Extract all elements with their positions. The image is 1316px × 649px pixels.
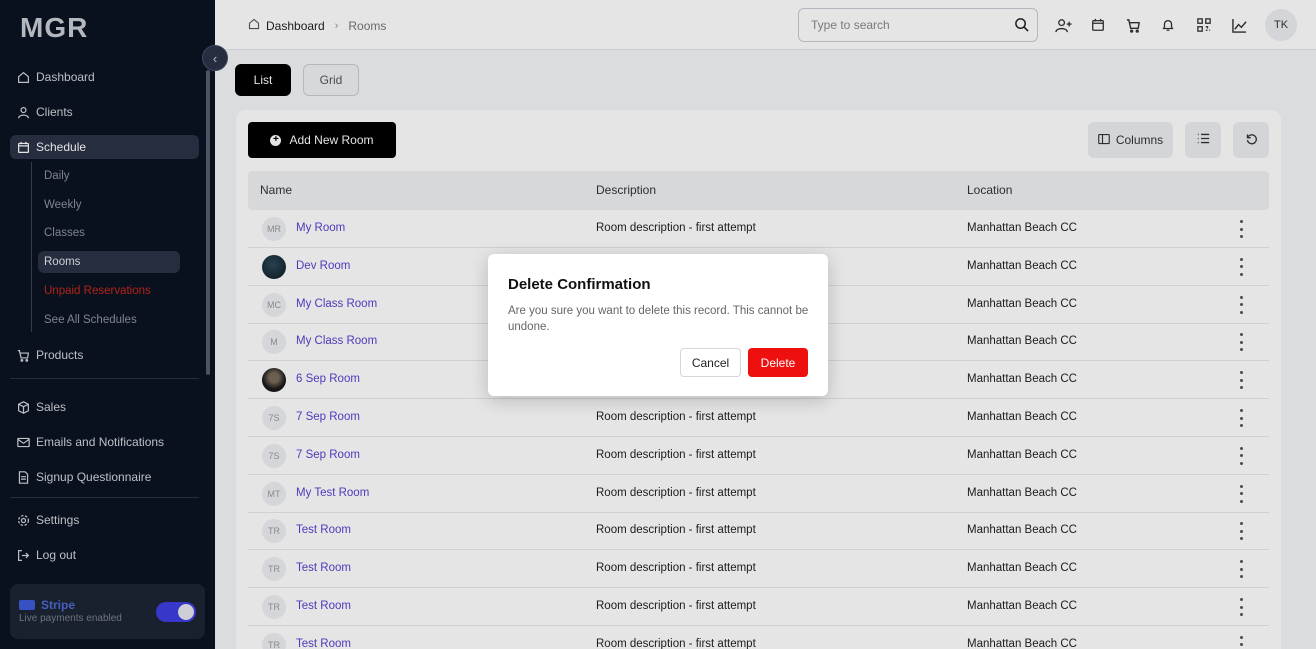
delete-button[interactable]: Delete [748,348,808,377]
delete-confirmation-dialog: Delete Confirmation Are you sure you wan… [488,254,828,396]
dialog-title: Delete Confirmation [508,276,651,293]
cancel-button[interactable]: Cancel [680,348,741,377]
dialog-message: Are you sure you want to delete this rec… [508,305,809,333]
